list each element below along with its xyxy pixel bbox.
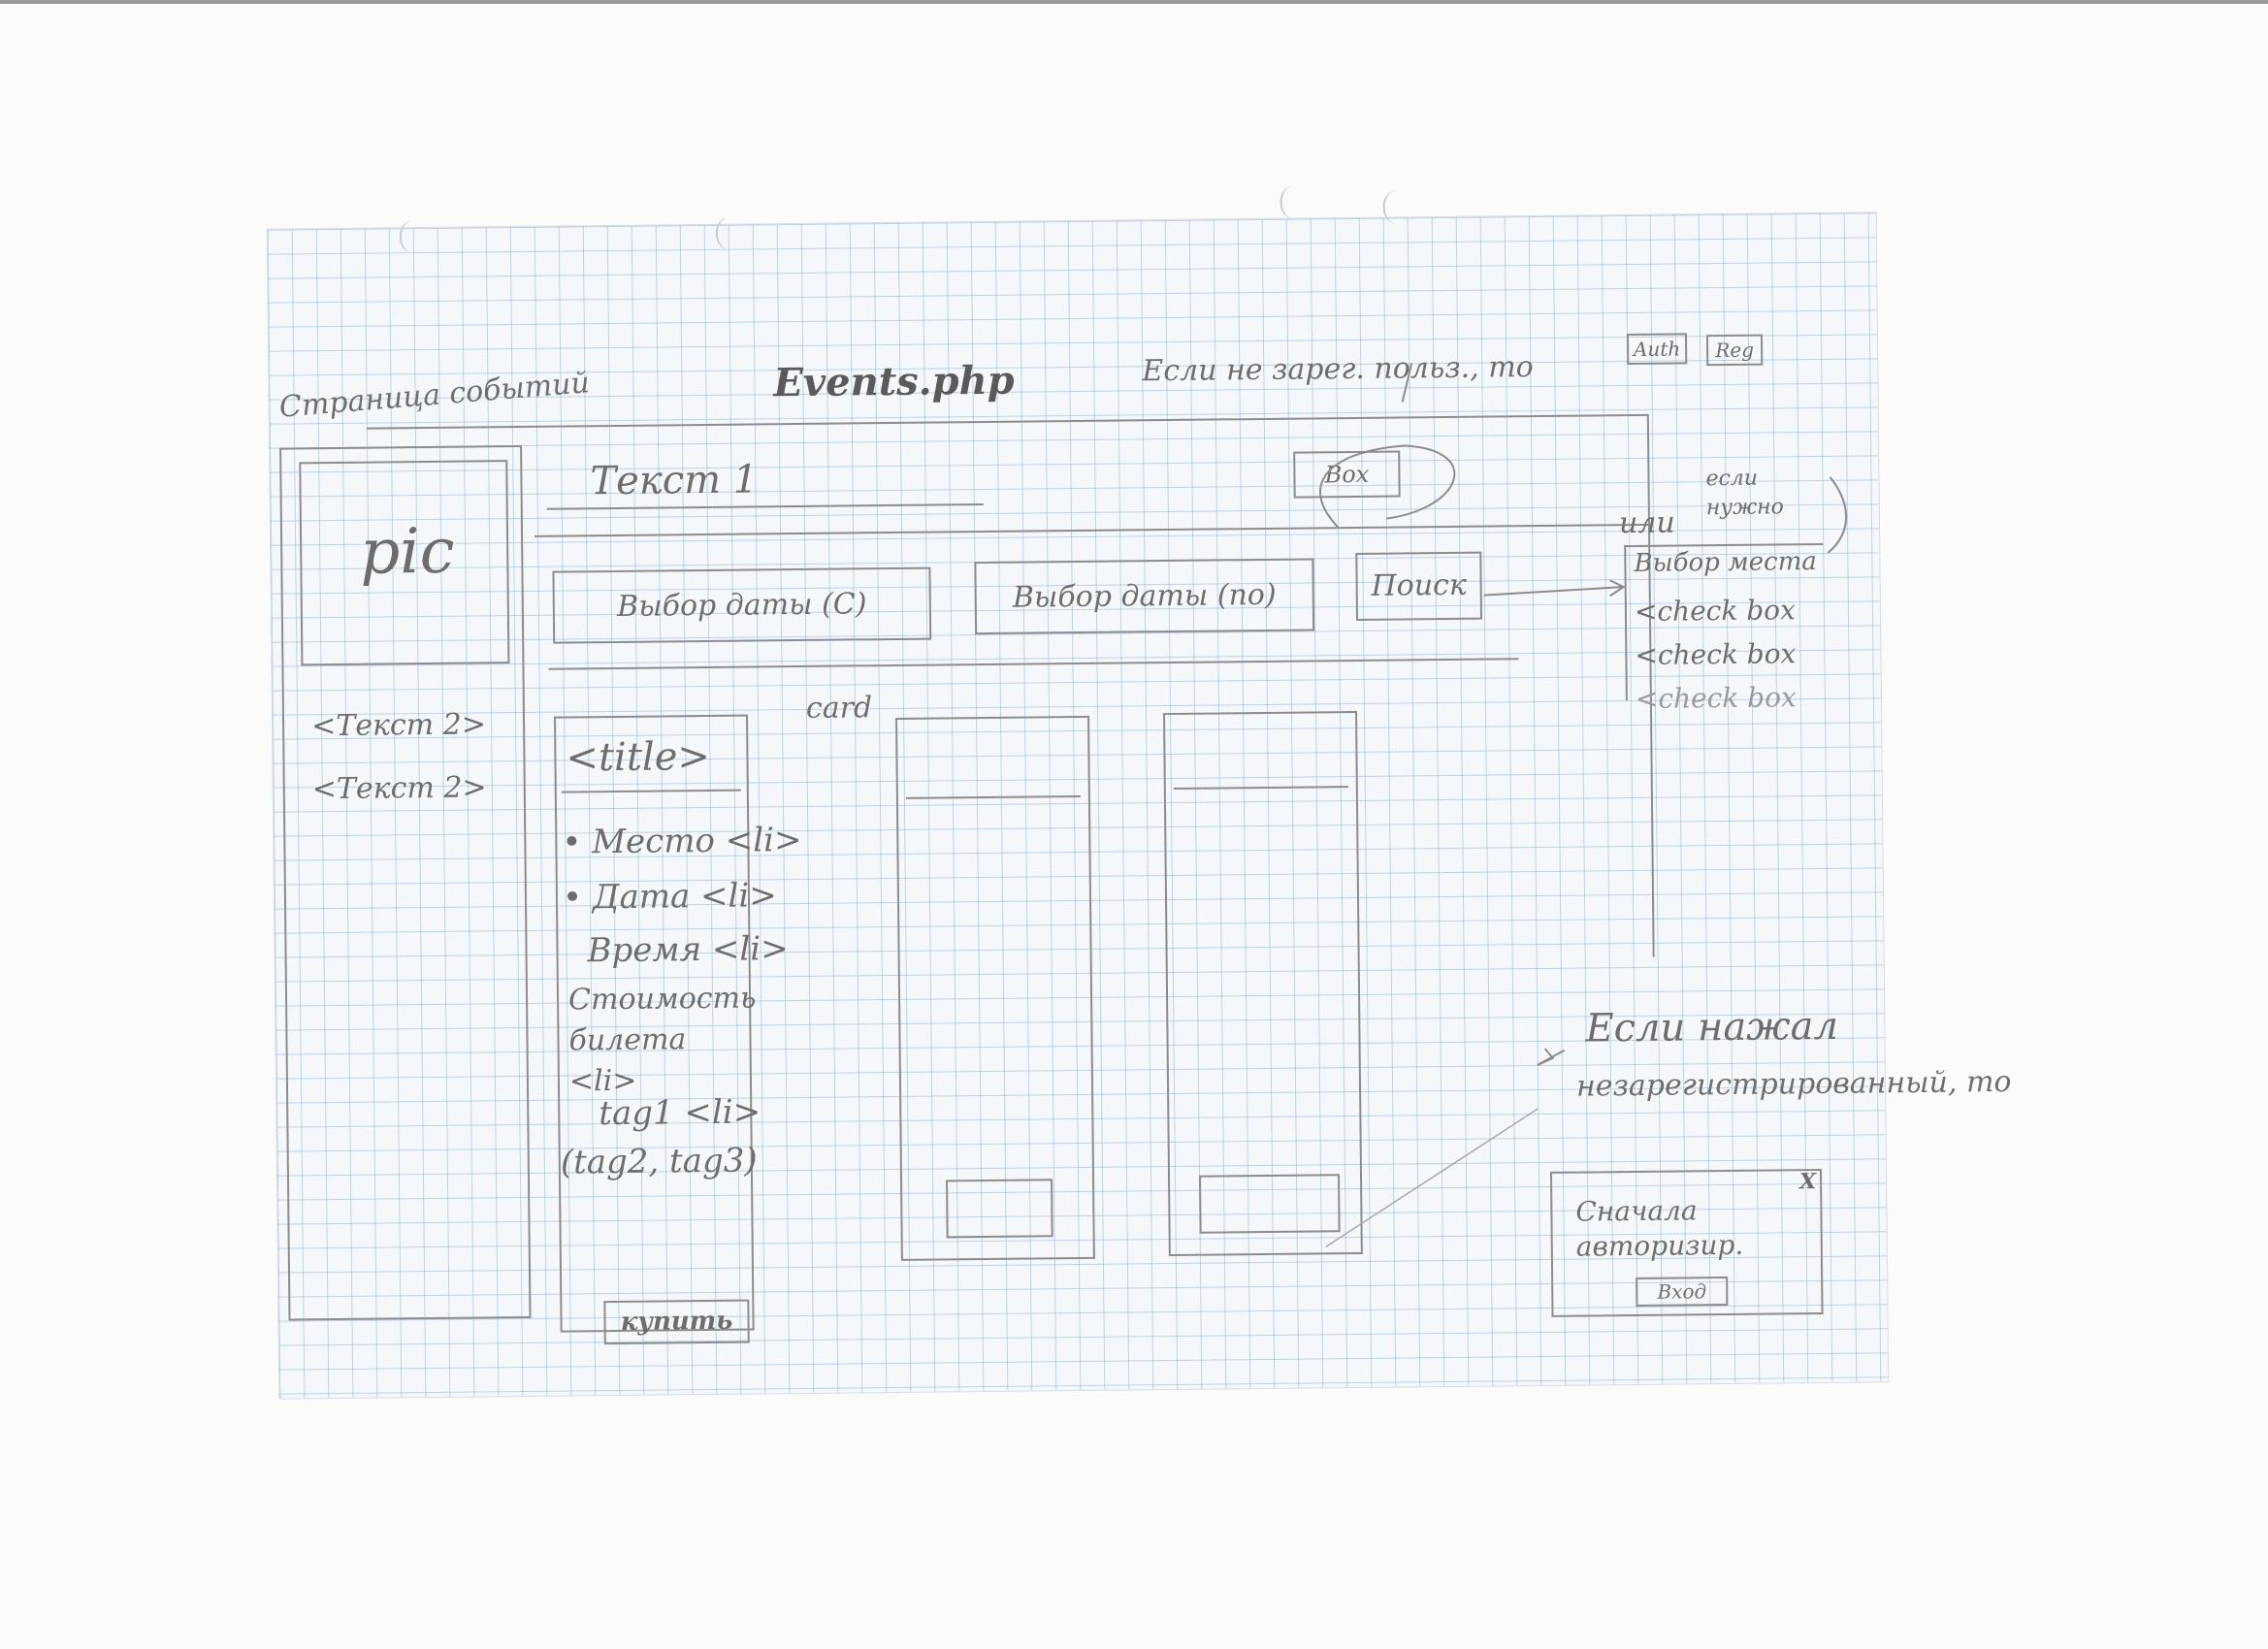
card-to-note-arrow: [1325, 1108, 1539, 1247]
if-desired-bracket: [1827, 476, 1848, 554]
annotation-arrows: [1319, 363, 1848, 1247]
graph-paper-sheet: Страница событий Events.php Если не заре…: [267, 185, 2012, 1399]
box-arrow-stroke: [1401, 363, 1413, 403]
punch-hole: [1280, 185, 1308, 219]
search-to-place-arrow: [1483, 586, 1623, 597]
arrow-head: [1537, 1048, 1555, 1066]
box-circle-stroke: [1319, 444, 1456, 528]
scan-edge-line: [0, 0, 2268, 4]
